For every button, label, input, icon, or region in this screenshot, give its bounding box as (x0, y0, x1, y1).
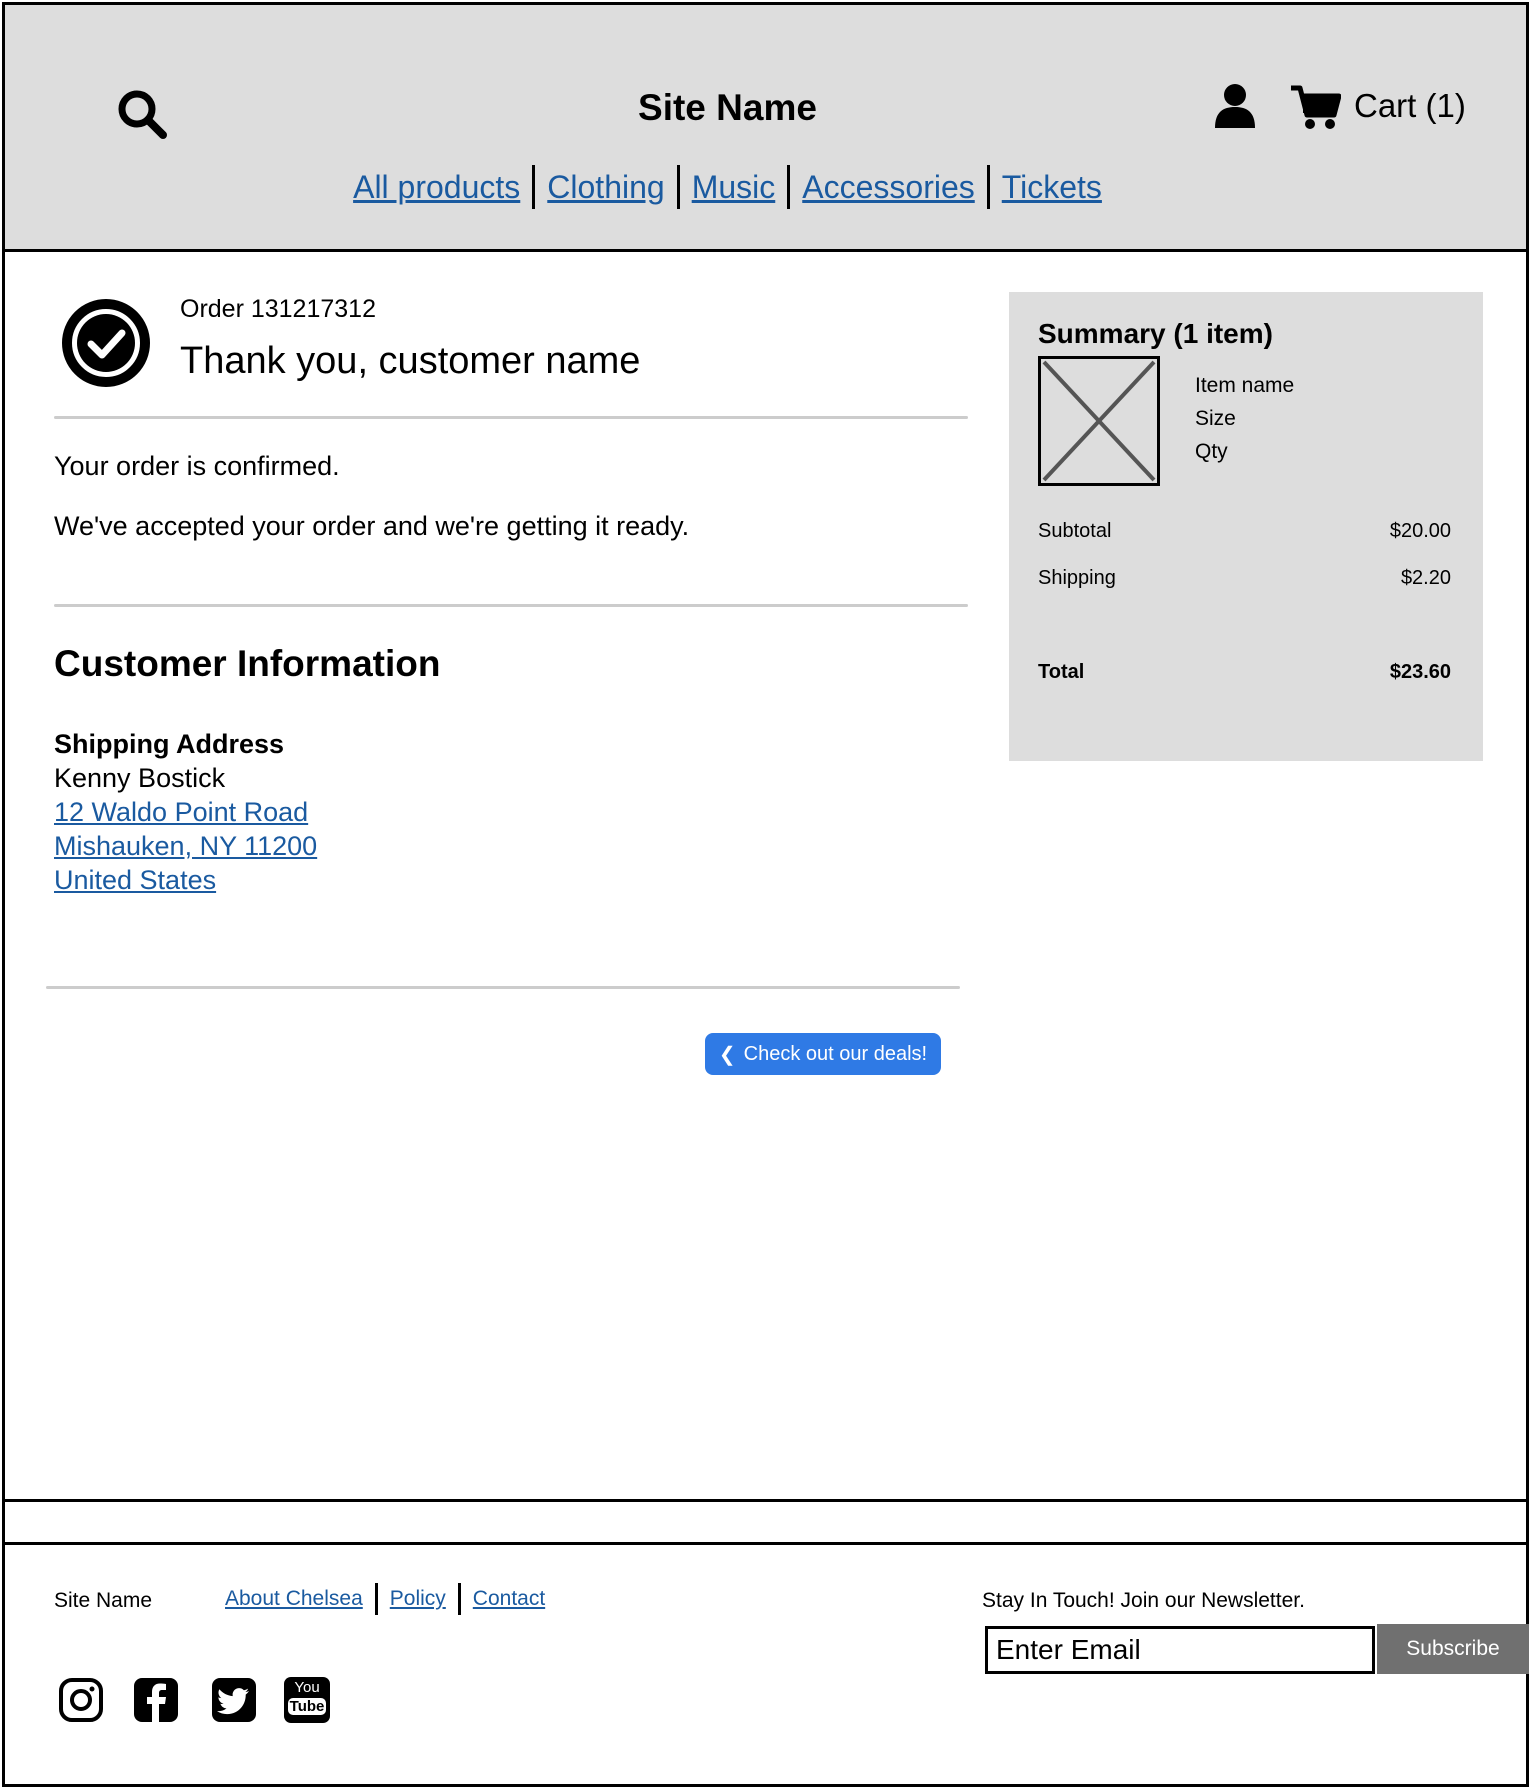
order-summary-panel: Summary (1 item) Item name Size Qty Subt… (1009, 292, 1483, 761)
item-qty: Qty (1195, 440, 1228, 463)
footer-site-name: Site Name (54, 1589, 153, 1612)
youtube-icon[interactable]: You Tube (284, 1677, 330, 1723)
site-header: Site Name Cart (1) All products Clothing… (5, 5, 1526, 252)
subtotal-row: Subtotal $20.00 (1038, 520, 1451, 543)
address-line-city[interactable]: Mishauken, NY 11200 (54, 831, 317, 862)
address-line-country[interactable]: United States (54, 865, 216, 896)
item-image-placeholder (1038, 356, 1160, 486)
thank-you-heading: Thank you, customer name (180, 340, 641, 382)
item-size: Size (1195, 407, 1236, 430)
nav-tickets[interactable]: Tickets (990, 169, 1114, 206)
newsletter-label: Stay In Touch! Join our Newsletter. (982, 1589, 1305, 1612)
total-label: Total (1038, 661, 1085, 683)
divider (54, 416, 968, 419)
total-value: $23.60 (1389, 661, 1451, 683)
footer-link-policy[interactable]: Policy (378, 1587, 458, 1611)
instagram-icon[interactable] (58, 1677, 104, 1723)
summary-title: Summary (1 item) (1038, 318, 1273, 349)
shipping-label: Shipping (1038, 567, 1116, 589)
divider (46, 986, 960, 989)
item-name: Item name (1195, 374, 1295, 397)
total-row: Total $23.60 (1038, 661, 1451, 684)
subscribe-button[interactable]: Subscribe (1377, 1624, 1529, 1674)
footer-divider-band (5, 1499, 1526, 1545)
shipping-value: $2.20 (1400, 567, 1451, 589)
twitter-icon[interactable] (211, 1677, 257, 1723)
cart-icon[interactable] (1289, 83, 1341, 131)
user-icon[interactable] (1213, 82, 1257, 130)
youtube-icon-text-top: You (294, 1679, 320, 1696)
check-circle-icon (62, 299, 150, 387)
deals-button-label: Check out our deals! (743, 1042, 928, 1065)
facebook-icon[interactable] (133, 1677, 179, 1723)
subtotal-value: $20.00 (1389, 520, 1451, 542)
shipping-address-label: Shipping Address (54, 729, 285, 759)
customer-name: Kenny Bostick (54, 763, 226, 793)
subtotal-label: Subtotal (1038, 520, 1112, 542)
chevron-left-icon: ❮ (718, 1043, 736, 1066)
order-accepted-text: We've accepted your order and we're gett… (54, 511, 690, 541)
customer-info-heading: Customer Information (54, 643, 441, 684)
nav-clothing[interactable]: Clothing (535, 169, 676, 206)
divider (54, 604, 968, 607)
newsletter-email-input[interactable] (985, 1626, 1375, 1674)
address-line-street[interactable]: 12 Waldo Point Road (54, 797, 308, 828)
check-out-deals-button[interactable]: ❮ Check out our deals! (705, 1033, 941, 1075)
order-confirmed-text: Your order is confirmed. (54, 451, 340, 481)
main-nav: All products Clothing Music Accessories … (5, 165, 1450, 209)
shipping-row: Shipping $2.20 (1038, 567, 1451, 590)
footer-link-contact[interactable]: Contact (461, 1587, 557, 1611)
order-number: Order 131217312 (180, 295, 376, 323)
nav-music[interactable]: Music (680, 169, 788, 206)
youtube-icon-text-bottom: Tube (288, 1698, 326, 1715)
nav-accessories[interactable]: Accessories (790, 169, 987, 206)
image-placeholder-icon (1042, 360, 1156, 482)
page-frame: Site Name Cart (1) All products Clothing… (2, 2, 1529, 1787)
footer-link-about[interactable]: About Chelsea (213, 1587, 375, 1611)
footer-links: About Chelsea Policy Contact (213, 1583, 557, 1615)
cart-link[interactable]: Cart (1) (1354, 87, 1466, 125)
nav-all-products[interactable]: All products (341, 169, 532, 206)
